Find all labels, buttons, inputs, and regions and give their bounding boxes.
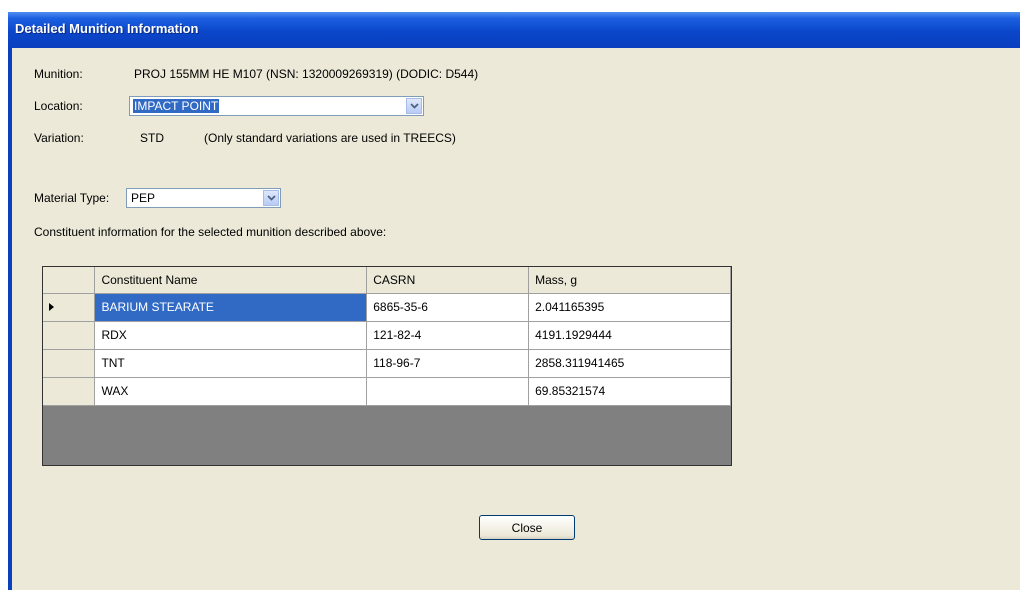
- variation-value: STD: [140, 131, 164, 145]
- window-title: Detailed Munition Information: [15, 21, 199, 36]
- chevron-down-icon[interactable]: [406, 98, 422, 114]
- row-header[interactable]: [43, 321, 96, 350]
- dialog-content: Munition: PROJ 155MM HE M107 (NSN: 13200…: [14, 48, 1010, 590]
- column-header-name[interactable]: Constituent Name: [94, 267, 368, 294]
- cell-constituent-name[interactable]: RDX: [94, 321, 368, 350]
- row-header[interactable]: [43, 293, 96, 322]
- constituent-caption: Constituent information for the selected…: [34, 225, 387, 239]
- cell-mass[interactable]: 4191.1929444: [528, 321, 731, 350]
- constituent-grid[interactable]: Constituent Name CASRN Mass, g BARIUM ST…: [42, 266, 732, 466]
- table-row[interactable]: RDX 121-82-4 4191.1929444: [43, 321, 731, 350]
- location-selected-value: IMPACT POINT: [133, 99, 220, 113]
- cell-mass[interactable]: 69.85321574: [528, 377, 731, 406]
- row-header-corner: [43, 267, 96, 294]
- material-type-label: Material Type:: [34, 191, 110, 205]
- row-header[interactable]: [43, 349, 96, 378]
- row-pointer-icon: [49, 303, 54, 311]
- cell-casrn[interactable]: 118-96-7: [366, 349, 530, 378]
- munition-label: Munition:: [34, 67, 83, 81]
- cell-casrn[interactable]: 6865-35-6: [366, 293, 530, 322]
- cell-constituent-name[interactable]: WAX: [94, 377, 368, 406]
- grid-header-row: Constituent Name CASRN Mass, g: [43, 267, 731, 294]
- table-row[interactable]: TNT 118-96-7 2858.311941465: [43, 349, 731, 378]
- location-select[interactable]: IMPACT POINT: [129, 96, 424, 116]
- column-header-mass[interactable]: Mass, g: [528, 267, 731, 294]
- cell-constituent-name[interactable]: BARIUM STEARATE: [94, 293, 368, 322]
- variation-note: (Only standard variations are used in TR…: [204, 131, 456, 145]
- location-label: Location:: [34, 99, 83, 113]
- title-bar[interactable]: Detailed Munition Information: [8, 12, 1020, 48]
- cell-constituent-name[interactable]: TNT: [94, 349, 368, 378]
- cell-casrn[interactable]: 121-82-4: [366, 321, 530, 350]
- table-row[interactable]: BARIUM STEARATE 6865-35-6 2.041165395: [43, 293, 731, 322]
- constituent-table: Constituent Name CASRN Mass, g BARIUM ST…: [43, 267, 731, 406]
- chevron-down-icon[interactable]: [263, 190, 279, 206]
- cell-mass[interactable]: 2.041165395: [528, 293, 731, 322]
- cell-casrn[interactable]: [366, 377, 530, 406]
- munition-dialog: Detailed Munition Information Munition: …: [8, 12, 1020, 590]
- material-type-selected-value: PEP: [131, 191, 156, 205]
- variation-label: Variation:: [34, 131, 84, 145]
- row-header[interactable]: [43, 377, 96, 406]
- table-row[interactable]: WAX 69.85321574: [43, 377, 731, 406]
- column-header-casrn[interactable]: CASRN: [366, 267, 530, 294]
- munition-value: PROJ 155MM HE M107 (NSN: 1320009269319) …: [134, 67, 479, 81]
- close-button[interactable]: Close: [479, 515, 575, 540]
- cell-mass[interactable]: 2858.311941465: [528, 349, 731, 378]
- material-type-select[interactable]: PEP: [126, 188, 281, 208]
